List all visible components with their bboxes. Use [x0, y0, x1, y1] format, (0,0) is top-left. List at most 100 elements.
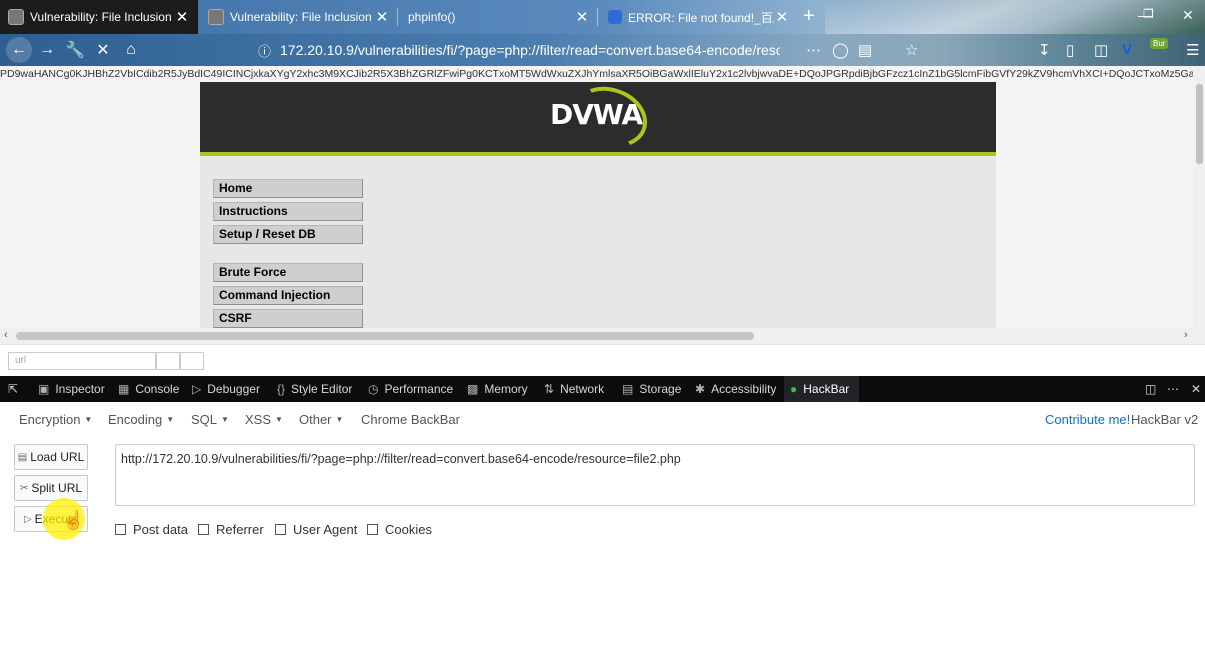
performance-icon: ◷ — [368, 382, 379, 396]
menu-other[interactable]: Other ▼ — [299, 412, 343, 427]
load-icon: ▤ — [17, 451, 28, 463]
scroll-left-icon[interactable]: ‹ — [4, 329, 8, 341]
find-input[interactable]: url — [8, 352, 156, 370]
devtools-close-icon[interactable]: ✕ — [1191, 376, 1201, 402]
option-cookies[interactable]: Cookies — [367, 522, 432, 537]
menu-encoding[interactable]: Encoding ▼ — [108, 412, 174, 427]
home-icon[interactable]: ⌂ — [118, 37, 144, 63]
load-url-button[interactable]: ▤ Load URL — [14, 444, 88, 470]
find-next-button[interactable] — [180, 352, 204, 370]
option-post-data[interactable]: Post data — [115, 522, 188, 537]
style-editor-icon: {} — [277, 382, 286, 396]
tab-error-file-not-found[interactable]: ERROR: File not found!_百度... ✕ — [600, 0, 798, 34]
scissors-icon: ✂ — [19, 482, 29, 494]
scroll-thumb[interactable] — [1196, 84, 1203, 164]
menu-brute-force[interactable]: Brute Force — [213, 263, 363, 282]
menu-instructions[interactable]: Instructions — [213, 202, 363, 221]
bookmark-star-icon[interactable]: ☆ — [905, 41, 918, 59]
library-icon[interactable]: ▯ — [1066, 41, 1074, 59]
scroll-right-icon[interactable]: › — [1184, 329, 1188, 341]
dvwa-favicon-icon — [208, 9, 224, 25]
hackbar-panel: Encryption ▼ Encoding ▼ SQL ▼ XSS ▼ Other ▼ C… — [0, 402, 1205, 657]
checkbox[interactable] — [115, 524, 126, 535]
menu-setup-reset-db[interactable]: Setup / Reset DB — [213, 225, 363, 244]
close-icon[interactable]: ✕ — [174, 8, 190, 26]
hackbar-icon: ● — [790, 382, 798, 396]
caret-down-icon: ▼ — [84, 415, 93, 424]
window-close-icon[interactable]: ✕ — [1182, 7, 1194, 24]
devtools-tab-accessibility[interactable]: ✱ Accessibility — [695, 376, 776, 402]
option-referrer[interactable]: Referrer — [198, 522, 264, 537]
find-bar: url — [0, 344, 1205, 377]
menu-chrome-backbar[interactable]: Chrome BackBar — [361, 412, 460, 427]
checkbox[interactable] — [198, 524, 209, 535]
tab-file-inclusion-1[interactable]: Vulnerability: File Inclusion :: ✕ — [0, 0, 198, 34]
devtools-tab-hackbar[interactable]: ● HackBar — [784, 376, 860, 402]
tab-title: Vulnerability: File Inclusion :: — [30, 10, 174, 24]
option-user-agent[interactable]: User Agent — [275, 522, 357, 537]
devtools-tab-storage[interactable]: ▤ Storage — [622, 376, 681, 402]
pocket-icon[interactable]: ◯ — [832, 41, 849, 59]
pick-element-icon[interactable]: ⇱ — [8, 376, 18, 402]
tab-title: Vulnerability: File Inclusion :: — [230, 10, 374, 24]
devtools-tabbar: ⇱ ▣ Inspector ▦ Console ▷ Debugger {} Style … — [0, 376, 1205, 402]
menu-home[interactable]: Home — [213, 179, 363, 198]
menu-hamburger-icon[interactable]: ☰ — [1186, 41, 1199, 59]
contribute-link[interactable]: Contribute me! — [1045, 412, 1130, 427]
site-info-icon[interactable]: ⓘ — [258, 41, 271, 60]
close-icon[interactable]: ✕ — [374, 8, 390, 26]
downloads-icon[interactable]: ↧ — [1038, 41, 1051, 59]
checkbox[interactable] — [275, 524, 286, 535]
menu-encryption[interactable]: Encryption ▼ — [19, 412, 92, 427]
tab-file-inclusion-2[interactable]: Vulnerability: File Inclusion :: ✕ — [200, 0, 398, 34]
wrench-icon[interactable]: 🔧 — [62, 37, 88, 63]
find-previous-button[interactable] — [156, 352, 180, 370]
accessibility-icon: ✱ — [695, 382, 706, 396]
devtools-menu-icon[interactable]: ⋯ — [1167, 376, 1179, 402]
vertical-scrollbar[interactable] — [1193, 66, 1205, 328]
hackbar-url-textarea[interactable]: http://172.20.10.9/vulnerabilities/fi/?p… — [115, 444, 1195, 506]
reader-icon[interactable]: ▤ — [858, 41, 872, 59]
close-icon[interactable]: ✕ — [574, 8, 590, 26]
scroll-thumb[interactable] — [16, 332, 754, 340]
menu-sql[interactable]: SQL ▼ — [191, 412, 229, 427]
page-actions-icon[interactable]: ⋯ — [806, 41, 821, 59]
devtools-tab-network[interactable]: ⇅ Network — [544, 376, 604, 402]
sidebar-icon[interactable]: ◫ — [1094, 41, 1108, 59]
devtools-tab-debugger[interactable]: ▷ Debugger — [192, 376, 260, 402]
devtools-tab-style-editor[interactable]: {} Style Editor — [277, 376, 352, 402]
split-url-button[interactable]: ✂ Split URL — [14, 475, 88, 501]
hand-cursor-icon: ☝ — [62, 510, 85, 530]
extension-v-icon[interactable]: V — [1122, 41, 1132, 58]
tab-phpinfo[interactable]: phpinfo() ✕ — [400, 0, 598, 34]
tab-title: phpinfo() — [408, 10, 456, 24]
new-tab-button[interactable]: + — [803, 5, 815, 28]
caret-down-icon: ▼ — [166, 415, 175, 424]
restore-icon[interactable]: ❐ — [1143, 7, 1154, 21]
close-icon[interactable]: ✕ — [774, 8, 790, 26]
devtools-tab-performance[interactable]: ◷ Performance — [368, 376, 453, 402]
storage-icon: ▤ — [622, 382, 634, 396]
navigation-toolbar: ← → 🔧 ✕ ⌂ ⓘ 172.20.10.9/vulnerabilities/… — [0, 34, 1205, 66]
stop-icon[interactable]: ✕ — [90, 37, 116, 63]
dvwa-logo: DVWA — [550, 98, 643, 131]
checkbox[interactable] — [367, 524, 378, 535]
dock-icon[interactable]: ◫ — [1145, 376, 1156, 402]
menu-command-injection[interactable]: Command Injection — [213, 286, 363, 305]
devtools-tab-memory[interactable]: ▩ Memory — [467, 376, 528, 402]
inspector-icon: ▣ — [38, 382, 50, 396]
hackbar-version: HackBar v2 — [1131, 412, 1199, 427]
baidu-favicon-icon — [608, 10, 622, 24]
network-icon: ⇅ — [544, 382, 555, 396]
menu-xss[interactable]: XSS ▼ — [245, 412, 283, 427]
forward-icon[interactable]: → — [34, 37, 60, 63]
base64-output: PD9waHANCg0KJHBhZ2VbICdib2R5JyBdIC49ICIN… — [0, 66, 1200, 82]
address-bar-url[interactable]: 172.20.10.9/vulnerabilities/fi/?page=php… — [280, 42, 780, 58]
devtools-tab-inspector[interactable]: ▣ Inspector — [38, 376, 105, 402]
back-icon[interactable]: ← — [6, 37, 32, 63]
menu-csrf[interactable]: CSRF — [213, 309, 363, 328]
burp-extension-badge[interactable]: Bur — [1150, 38, 1169, 49]
horizontal-scrollbar[interactable]: ‹ › — [0, 328, 1205, 344]
play-icon: ▷ — [23, 513, 32, 525]
devtools-tab-console[interactable]: ▦ Console — [118, 376, 179, 402]
